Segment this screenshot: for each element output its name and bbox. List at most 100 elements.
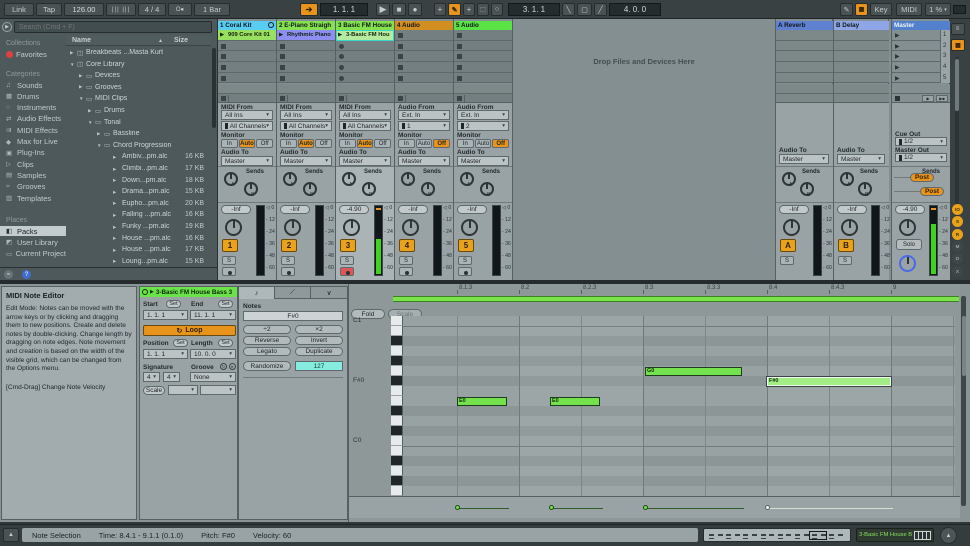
file-row[interactable]: ▸Eupho...pm.alc20 KB (66, 198, 211, 209)
scale-root-select[interactable] (168, 385, 198, 395)
piano-black-key[interactable] (391, 336, 403, 346)
sort-arrow-icon[interactable]: ▲ (158, 38, 163, 44)
sidebar-item-sounds[interactable]: ♫Sounds (0, 80, 66, 90)
tab-expression[interactable]: ∨ (311, 287, 347, 299)
solo-button[interactable]: S (222, 256, 236, 265)
signature-denominator-field[interactable]: 4 (163, 372, 180, 382)
tree-arrow-icon[interactable]: ▼ (97, 143, 104, 148)
sidebar-item-audio-effects[interactable]: ⇄Audio Effects (0, 114, 66, 124)
track-activator-button[interactable]: 4 (399, 239, 415, 252)
output-select[interactable]: Master (339, 156, 391, 166)
groove-commit-icon[interactable]: ▸ (229, 363, 236, 370)
sidebar-item-packs[interactable]: ◧Packs (0, 226, 66, 236)
scene-fire-icon[interactable]: ▶ (922, 95, 934, 102)
clip-slot[interactable] (395, 30, 453, 41)
signature-numerator-field[interactable]: 4 (143, 372, 160, 382)
solo-button[interactable]: S (281, 256, 295, 265)
overdub-button[interactable]: + (434, 3, 446, 16)
monitor-off-button[interactable]: Off (315, 139, 332, 148)
clip-stop-all-slot[interactable] (336, 94, 394, 104)
arm-button[interactable] (458, 267, 472, 276)
clip-activator-icon[interactable] (142, 289, 148, 295)
solo-button[interactable]: S (399, 256, 413, 265)
pan-knob[interactable] (225, 219, 242, 236)
input-channel-select[interactable]: All Channels (339, 121, 391, 131)
cue-out-select[interactable]: 1/2 (895, 137, 947, 146)
clip-play-icon[interactable]: ▶ (279, 32, 283, 38)
clip-stop-all-slot[interactable] (218, 94, 276, 104)
clip-slot[interactable] (277, 51, 335, 62)
position-set-button[interactable]: Set (173, 339, 188, 347)
randomize-amount-field[interactable]: 127 (295, 361, 343, 371)
reverse-button[interactable]: Reverse (243, 336, 291, 345)
input-type-select[interactable]: All Ins (280, 110, 332, 120)
solo-cue-button[interactable]: Solo (896, 239, 922, 250)
arm-button[interactable] (399, 267, 413, 276)
input-channel-select[interactable]: All Channels (280, 121, 332, 131)
tree-arrow-icon[interactable]: ▶ (79, 84, 86, 90)
volume-field[interactable]: -4.90 (895, 205, 925, 214)
pitch-field[interactable]: F#0 (243, 311, 343, 321)
name-column-header[interactable]: Name (72, 37, 91, 44)
midi-note-selected[interactable]: F#0 (767, 377, 891, 386)
scene-launch-icon[interactable]: ▶ (895, 53, 900, 60)
mixer-section-toggle-x[interactable]: X (952, 266, 963, 277)
stop-button[interactable]: ■ (392, 3, 406, 16)
velocity-marker-selected[interactable] (765, 505, 770, 510)
sidebar-item-samples[interactable]: ▤Samples (0, 170, 66, 180)
time-signature-field[interactable]: 4 / 4 (138, 3, 166, 16)
back-to-arrangement-button[interactable]: ⬚ (477, 3, 489, 16)
volume-field[interactable]: -Inf (280, 205, 310, 214)
clip-title-bar[interactable]: ▶ 3-Basic FM House Bass 3 (140, 287, 237, 297)
scene-slot[interactable]: ▶4 (892, 62, 950, 73)
tree-arrow-icon[interactable]: ▶ (97, 131, 104, 137)
key-map-button[interactable]: Key (870, 3, 892, 16)
send-a-post-button[interactable]: Post (910, 173, 934, 182)
pan-knob[interactable] (783, 219, 800, 236)
clip-slot[interactable] (277, 62, 335, 73)
monitor-in-button[interactable]: In (398, 139, 415, 148)
monitor-auto-button[interactable]: Auto (357, 139, 374, 148)
file-list-scrollbar-thumb[interactable] (212, 48, 216, 128)
track-header[interactable]: 4 Audio (395, 21, 453, 30)
piano-white-key[interactable] (391, 386, 403, 396)
tree-arrow-icon[interactable]: ▶ (79, 73, 86, 79)
scene-launch-icon[interactable]: ▶ (895, 32, 900, 39)
piano-black-key[interactable] (391, 456, 403, 466)
session-scrollbar[interactable] (955, 57, 959, 217)
folder-row[interactable]: ▼▭MIDI Clips (66, 93, 211, 104)
clip-end-field[interactable]: 11. 1. 1 (190, 310, 236, 320)
pan-knob[interactable] (899, 219, 916, 236)
output-select[interactable]: Master (837, 154, 885, 164)
piano-white-key[interactable] (391, 446, 403, 456)
tab-envelopes[interactable]: ⟋ (275, 287, 311, 299)
monitor-off-button[interactable]: Off (256, 139, 273, 148)
preview-icon[interactable]: ≈ (4, 270, 13, 279)
clip-slot[interactable] (395, 51, 453, 62)
monitor-auto-button[interactable]: Auto (416, 139, 433, 148)
stop-all-clips-row[interactable]: ▶▶■ (892, 94, 950, 104)
send-b-post-button[interactable]: Post (920, 187, 944, 196)
return-activator-button[interactable]: A (780, 239, 796, 252)
velocity-marker[interactable] (643, 505, 648, 510)
folder-row[interactable]: ▼◫Core Library (66, 59, 211, 70)
scene-slot[interactable]: ▶3 (892, 51, 950, 62)
clip-slot[interactable] (218, 41, 276, 52)
clip-slot[interactable] (277, 73, 335, 84)
mixer-section-toggle-io[interactable]: IO (952, 204, 963, 215)
cpu-meter[interactable]: 1 %▾ (925, 3, 951, 16)
scale-button[interactable]: Scale (143, 386, 165, 395)
file-row[interactable]: ▸House ...pm.alc17 KB (66, 244, 211, 255)
sidebar-item-max-for-live[interactable]: ◆Max for Live (0, 137, 66, 147)
arm-button[interactable] (222, 267, 236, 276)
track-activator-button[interactable]: 1 (222, 239, 238, 252)
arrangement-overview[interactable] (703, 528, 851, 542)
piano-white-key[interactable] (391, 396, 403, 406)
editor-scrollbar-thumb[interactable] (962, 316, 966, 376)
file-row[interactable]: ▸Loung...pm.alc15 KB (66, 256, 211, 267)
pencil-icon[interactable]: ✎ (840, 3, 853, 16)
scale-name-select[interactable] (200, 385, 236, 395)
piano-black-key[interactable] (391, 376, 403, 386)
track-header[interactable]: 2 E-Piano Straigh (277, 21, 335, 30)
scene-slot[interactable]: ▶2 (892, 41, 950, 52)
